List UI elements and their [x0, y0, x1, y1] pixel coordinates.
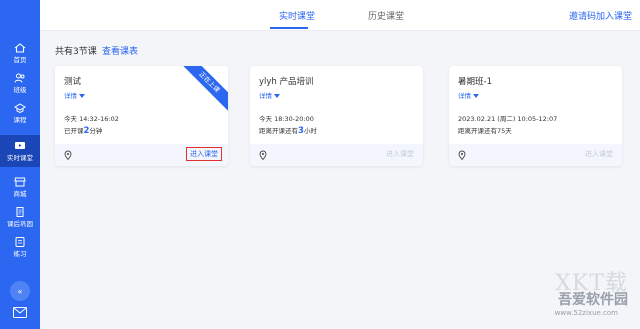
practice-icon: [15, 236, 25, 247]
home-icon: [14, 42, 26, 53]
details-label: 详情: [64, 92, 77, 100]
sidebar-item-label: 练习: [13, 249, 27, 258]
caret-down-icon: [473, 94, 479, 98]
sidebar-item-class[interactable]: 班级: [0, 68, 40, 98]
lesson-status: 已开课2分钟: [64, 125, 102, 136]
lesson-title: 测试: [64, 77, 82, 87]
card-footer: 进入课堂: [449, 144, 622, 166]
details-toggle[interactable]: 详情: [259, 90, 280, 100]
view-schedule-link[interactable]: 查看课表: [102, 44, 138, 57]
class-icon: [14, 73, 25, 83]
invite-code-join-link[interactable]: 邀请码加入课堂: [569, 9, 632, 22]
watermark-site-name: 吾爱软件园: [558, 292, 628, 308]
sidebar-item-practice[interactable]: 练习: [0, 232, 40, 262]
sidebar-item-label: 班级: [13, 85, 27, 94]
sidebar: 首页 班级 课程 实时课堂 商城 课后巩固 练习 «: [0, 0, 40, 329]
caret-down-icon: [274, 94, 280, 98]
location-pin-icon: [259, 150, 267, 160]
lesson-card: 正在上课 测试 详情 今天 14:32-16:02 已开课2分钟 进入课堂: [55, 66, 228, 166]
details-label: 详情: [458, 92, 471, 100]
collapse-sidebar-button[interactable]: «: [10, 281, 30, 301]
watermark-url: www.52zixue.com: [554, 309, 618, 317]
sidebar-item-live-class[interactable]: 实时课堂: [0, 135, 40, 167]
in-progress-ribbon: 正在上课: [175, 66, 228, 117]
details-toggle[interactable]: 详情: [64, 90, 85, 100]
card-footer: 进入课堂: [250, 144, 423, 166]
homework-icon: [16, 206, 24, 217]
location-pin-icon: [64, 150, 72, 160]
lesson-count: 共有3节课: [55, 47, 97, 57]
tab-live-class[interactable]: 实时课堂: [279, 9, 315, 22]
live-class-icon: [15, 141, 25, 149]
top-bar: 实时课堂 历史课堂 邀请码加入课堂: [40, 0, 640, 31]
sidebar-item-label: 商城: [13, 189, 27, 198]
lesson-status: 距离开课还有75天: [458, 127, 512, 135]
details-label: 详情: [259, 92, 272, 100]
enter-class-button[interactable]: 进入课堂: [186, 147, 222, 161]
sidebar-item-label: 课后巩固: [7, 219, 33, 228]
lesson-card: 暑期班-1 详情 2023.02.21 (周二) 10:05-12:07 距离开…: [449, 66, 622, 166]
status-suffix: 小时: [303, 127, 317, 135]
enter-class-button[interactable]: 进入课堂: [386, 149, 414, 159]
active-tab-indicator: [270, 27, 308, 29]
watermark: XKT载 吾爱软件园 www.52zixue.com: [484, 265, 634, 325]
sidebar-item-label: 首页: [13, 55, 27, 64]
sidebar-item-store[interactable]: 商城: [0, 172, 40, 202]
lesson-card: ylyh 产品培训 详情 今天 18:30-20:00 距离开课还有3小时 进入…: [250, 66, 423, 166]
enter-class-button[interactable]: 进入课堂: [585, 149, 613, 159]
mail-icon[interactable]: [13, 307, 27, 318]
sidebar-item-home[interactable]: 首页: [0, 38, 40, 68]
sidebar-item-label: 课程: [13, 115, 27, 124]
sidebar-item-label: 实时课堂: [7, 153, 33, 162]
lesson-time: 今天 14:32-16:02: [64, 115, 119, 123]
status-prefix: 已开课: [64, 127, 84, 135]
store-icon: [14, 177, 26, 186]
card-footer: 进入课堂: [55, 144, 228, 166]
lesson-time: 2023.02.21 (周二) 10:05-12:07: [458, 115, 558, 123]
lesson-title: ylyh 产品培训: [259, 77, 314, 87]
details-toggle[interactable]: 详情: [458, 90, 479, 100]
sidebar-item-course[interactable]: 课程: [0, 98, 40, 128]
location-pin-icon: [458, 150, 466, 160]
status-prefix: 距离开课还有: [259, 127, 298, 135]
course-icon: [14, 102, 26, 113]
caret-down-icon: [79, 94, 85, 98]
lesson-title: 暑期班-1: [458, 77, 492, 87]
tab-history-class[interactable]: 历史课堂: [368, 9, 404, 22]
lesson-status: 距离开课还有3小时: [259, 125, 317, 136]
sidebar-item-homework[interactable]: 课后巩固: [0, 202, 40, 232]
lesson-time: 今天 18:30-20:00: [259, 115, 314, 123]
status-suffix: 分钟: [89, 127, 103, 135]
